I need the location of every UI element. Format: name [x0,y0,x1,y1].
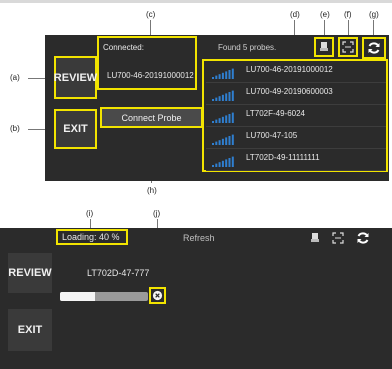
leader-c [150,20,151,35]
progress-bar [60,292,148,301]
probe-name: LU700-47-105 [246,131,298,140]
probe-name: LU700-46-20191000012 [246,65,333,74]
callout-d: (d) [290,10,300,19]
leader-d [294,20,295,35]
signal-strength-icon [212,134,234,145]
bottom-panel [0,228,392,369]
callout-e: (e) [320,10,330,19]
signal-strength-icon [212,156,234,167]
signal-strength-icon [212,112,234,123]
cancel-icon[interactable] [152,290,163,301]
connected-probe: LU700-46-20191000012 [107,71,194,80]
probe-list-item[interactable]: LU700-47-105 [206,127,386,149]
probe-icon[interactable] [309,232,321,244]
signal-strength-icon [212,90,234,101]
review-button[interactable]: REVIEW [54,56,97,99]
refresh-icon [368,42,380,54]
loading-probe-name: LT702D-47-777 [87,268,150,278]
found-probes-text: Found 5 probes. [218,43,277,52]
callout-f: (f) [344,10,352,19]
refresh-label[interactable]: Refresh [183,233,215,243]
callout-b: (b) [10,124,20,133]
leader-e [324,20,325,35]
probe-name: LT702D-49-11111111 [246,153,320,162]
review-button-bottom[interactable]: REVIEW [8,253,52,293]
callout-c: (c) [146,10,156,19]
scan-icon [342,41,354,53]
probe-name: LU700-49-20190600003 [246,87,333,96]
callout-a: (a) [10,73,20,82]
connect-probe-button[interactable]: Connect Probe [100,107,203,128]
probe-name: LT702F-49-6024 [246,109,305,118]
callout-i: (i) [86,209,94,218]
probe-icon [320,42,328,51]
page: (c) (d) (e) (f) (g) (a) (b) (h) Connecte… [0,0,392,369]
scan-icon[interactable] [332,232,344,244]
probe-list-item[interactable]: LU700-49-20190600003 [206,83,386,105]
probe-list-item[interactable]: LU700-46-20191000012 [206,61,386,83]
top-strip [0,0,392,3]
callout-j: (j) [153,209,161,218]
refresh-icon[interactable] [356,231,370,245]
exit-button[interactable]: EXIT [54,109,97,149]
callout-g: (g) [369,10,379,19]
connected-label: Connected: [103,43,144,52]
loading-text: Loading: 40 % [62,232,120,242]
leader-g [373,20,374,35]
probe-list-item[interactable]: LT702D-49-11111111 [206,149,386,171]
progress-fill [60,292,96,301]
probe-list-item[interactable]: LT702F-49-6024 [206,105,386,127]
callout-h: (h) [147,186,157,195]
signal-strength-icon [212,68,234,79]
exit-button-bottom[interactable]: EXIT [8,309,52,351]
leader-f [348,20,349,35]
